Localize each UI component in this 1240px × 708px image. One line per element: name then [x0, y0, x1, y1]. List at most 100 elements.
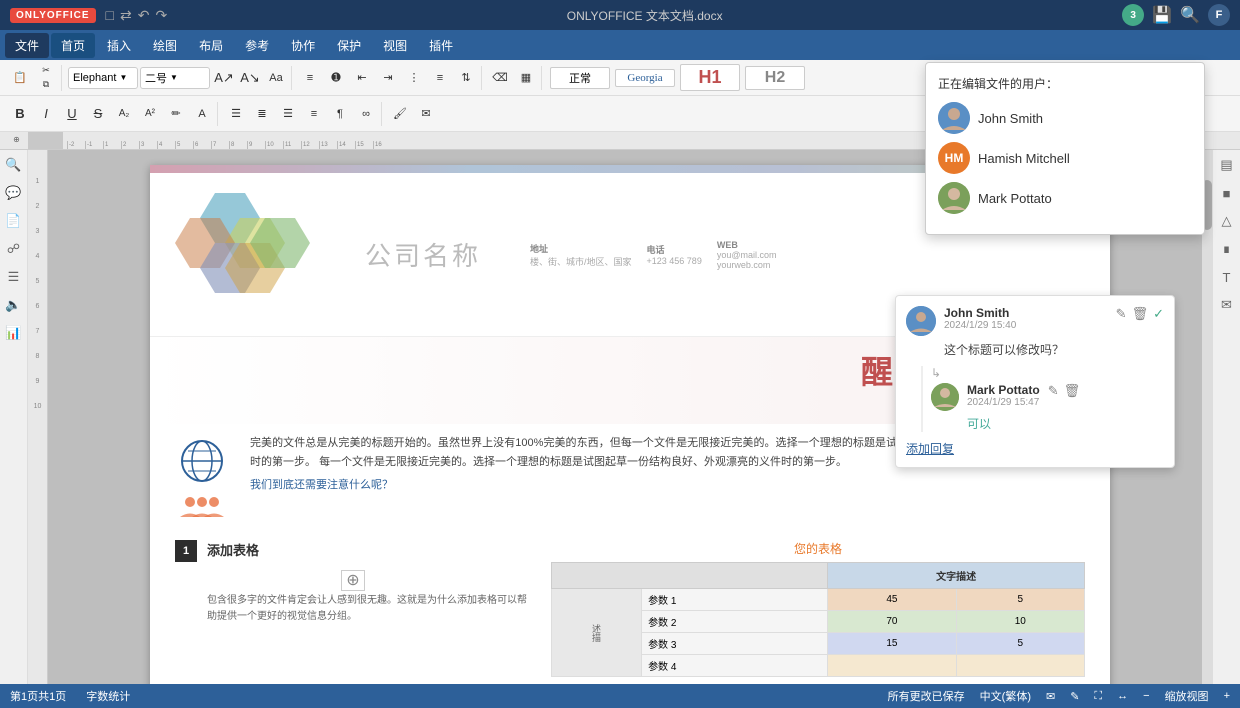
superscript-btn[interactable]: A² [138, 102, 162, 126]
body-link[interactable]: 我们到底还需要注意什么呢？ [250, 479, 393, 491]
word-count[interactable]: 字数统计 [86, 688, 130, 704]
list-ordered-btn[interactable]: ➊ [324, 66, 348, 90]
align-group: ☰ ≣ ☰ ≡ ¶ ∞ [221, 102, 382, 126]
zoom-in-btn[interactable]: + [1224, 690, 1230, 702]
style-h2[interactable]: H2 [745, 66, 805, 90]
align-right-btn[interactable]: ☰ [276, 102, 300, 126]
language-selector[interactable]: 中文(繁体) [980, 688, 1031, 704]
right-sidebar-icon3[interactable]: △ [1217, 211, 1237, 231]
copy-style-btn[interactable]: 🖌 [388, 102, 412, 126]
comment-resolve-btn[interactable]: ✓ [1153, 306, 1164, 322]
cut-btn[interactable]: ✂ [34, 65, 58, 77]
menu-draw[interactable]: 绘图 [143, 33, 187, 58]
search-top-icon[interactable]: 🔍 [1180, 5, 1200, 25]
align-center2-btn[interactable]: ≣ [250, 102, 274, 126]
address-col: 地址 楼、街、城市/地区、国家 [530, 242, 632, 268]
sidebar-audio-icon[interactable]: 🔈 [4, 295, 24, 315]
reply-author: Mark Pottato [967, 383, 1040, 397]
reply-delete-btn[interactable]: 🗑 [1064, 383, 1081, 399]
menu-file[interactable]: 文件 [5, 33, 49, 58]
style-normal[interactable]: 正常 [550, 67, 610, 89]
indent-decrease-btn[interactable]: ⇤ [350, 66, 374, 90]
list-unordered-btn[interactable]: ≡ [298, 66, 322, 90]
track-changes-btn[interactable]: ✎ [1070, 690, 1079, 703]
font-size-select[interactable]: 二号 ▼ [140, 67, 210, 89]
font-name-select[interactable]: Elephant ▼ [68, 67, 138, 89]
clear-format-btn[interactable]: ⌫ [488, 66, 512, 90]
align-left2-btn[interactable]: ☰ [224, 102, 248, 126]
italic-btn[interactable]: I [34, 102, 58, 126]
add-reply-link[interactable]: 添加回复 [906, 440, 1164, 457]
special-char-btn[interactable]: ∞ [354, 102, 378, 126]
right-sidebar-icon1[interactable]: ▤ [1217, 155, 1237, 175]
indent-increase-btn[interactable]: ⇥ [376, 66, 400, 90]
reply-meta: Mark Pottato 2024/1/29 15:47 [967, 383, 1040, 408]
menu-protect[interactable]: 保护 [327, 33, 371, 58]
user-count-display[interactable]: 3 [1122, 4, 1144, 26]
reply-text: 可以 [967, 415, 1164, 432]
comment-time-1: 2024/1/29 15:40 [944, 320, 1108, 331]
save-icon[interactable]: 💾 [1152, 5, 1172, 25]
menu-collaborate[interactable]: 协作 [281, 33, 325, 58]
table-row1-col1: 45 [828, 589, 956, 611]
redo-icon[interactable]: ↷ [155, 7, 167, 24]
menu-view[interactable]: 视图 [373, 33, 417, 58]
sidebar-track-icon[interactable]: 📄 [4, 211, 24, 231]
align-left-btn[interactable]: ⋮ [402, 66, 426, 90]
right-sidebar-icon2[interactable]: ■ [1217, 183, 1237, 203]
right-sidebar-chart-icon[interactable]: ∎ [1217, 239, 1237, 259]
sidebar-comment-icon[interactable]: 💬 [4, 183, 24, 203]
plus-icon: ⊕ [341, 570, 364, 591]
font-decrease-btn[interactable]: A↘ [238, 66, 262, 90]
sidebar-chart-icon[interactable]: 📊 [4, 323, 24, 343]
right-sidebar: ▤ ■ △ ∎ T ✉ [1212, 150, 1240, 684]
menu-plugin[interactable]: 插件 [419, 33, 463, 58]
menu-home[interactable]: 首页 [51, 33, 95, 58]
window-icon-1[interactable]: □ [106, 7, 114, 23]
line-spacing-btn[interactable]: ⇅ [454, 66, 478, 90]
undo-icon[interactable]: ↶ [138, 7, 150, 24]
subscript-btn[interactable]: A₂ [112, 102, 136, 126]
pilcrow-btn[interactable]: ¶ [328, 102, 352, 126]
bold-btn[interactable]: B [8, 102, 32, 126]
menu-insert[interactable]: 插入 [97, 33, 141, 58]
zoom-out-btn[interactable]: − [1143, 690, 1149, 702]
right-sidebar-text-icon[interactable]: T [1217, 267, 1237, 287]
user-avatar-top[interactable]: F [1208, 4, 1230, 26]
menu-reference[interactable]: 参考 [235, 33, 279, 58]
align-center-btn[interactable]: ≡ [428, 66, 452, 90]
fit-page-btn[interactable]: ⛶ [1094, 690, 1102, 703]
spell-check-icon[interactable]: ✉ [1046, 690, 1055, 703]
status-bar: 第1页共1页 字数统计 所有更改已保存 中文(繁体) ✉ ✎ ⛶ ↔ − 缩放视… [0, 684, 1240, 708]
table-row1-label: 参数 1 [642, 589, 828, 611]
sidebar-search-icon[interactable]: 🔍 [4, 155, 24, 175]
reply-edit-btn[interactable]: ✎ [1048, 383, 1059, 399]
add-table-btn[interactable]: ⊕ [175, 570, 531, 590]
user-item-mark: Mark Pottato [938, 182, 1192, 214]
font-size-btn[interactable]: Aa [264, 66, 288, 90]
style-h1[interactable]: H1 [680, 64, 740, 91]
window-icon-2[interactable]: ⇄ [120, 7, 132, 24]
numbered-section: 1 添加表格 ⊕ 包含很多字的文件肯定会让人感到很无趣。这就是为什么添加表格可以… [175, 540, 531, 677]
comment-edit-btn[interactable]: ✎ [1116, 306, 1127, 322]
underline-btn[interactable]: U [60, 102, 84, 126]
strikethrough-btn[interactable]: S [86, 102, 110, 126]
font-increase-btn[interactable]: A↗ [212, 66, 236, 90]
paste-btn[interactable]: 📋 [8, 66, 32, 90]
comment-1-actions: ✎ 🗑 ✓ [1116, 306, 1164, 322]
copy-btn[interactable]: ⧉ [34, 79, 58, 91]
mail-merge-btn[interactable]: ✉ [414, 102, 438, 126]
fit-width-btn[interactable]: ↔ [1117, 690, 1128, 702]
phone-label: 电话 [647, 243, 702, 256]
style-georgia[interactable]: Georgia [615, 69, 675, 87]
comment-delete-btn[interactable]: 🗑 [1132, 306, 1149, 322]
sidebar-plugin-icon[interactable]: ☍ [4, 239, 24, 259]
sidebar-list-icon[interactable]: ☰ [4, 267, 24, 287]
right-sidebar-mail-icon[interactable]: ✉ [1217, 295, 1237, 315]
globe-icon [175, 434, 230, 489]
font-color-btn[interactable]: A [190, 102, 214, 126]
menu-layout[interactable]: 布局 [189, 33, 233, 58]
color-fill-btn[interactable]: ▦ [514, 66, 538, 90]
highlight-btn[interactable]: ✏ [164, 102, 188, 126]
align-justify-btn[interactable]: ≡ [302, 102, 326, 126]
